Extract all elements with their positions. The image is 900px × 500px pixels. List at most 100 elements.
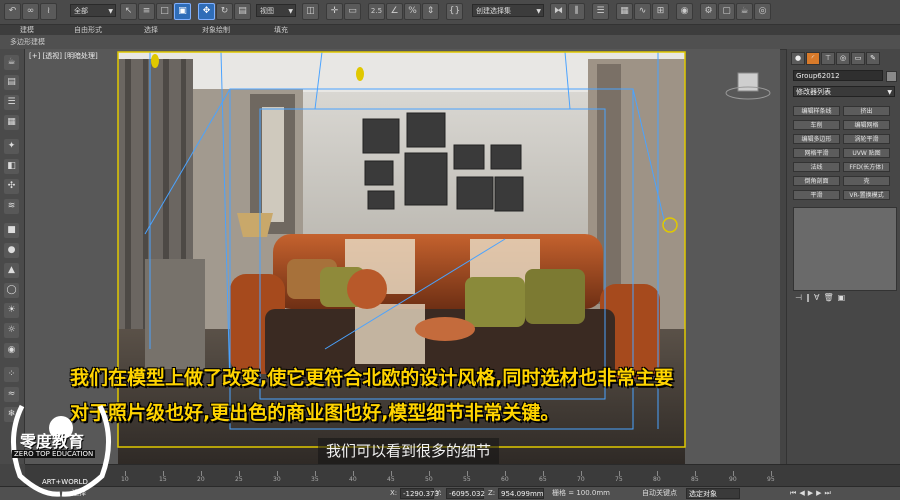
modifier-button[interactable]: 编辑多边形 xyxy=(793,134,840,144)
utilities-tab-icon[interactable]: ✎ xyxy=(866,52,880,65)
key-filter-dropdown[interactable]: 选定对象 xyxy=(686,488,740,499)
omni-light-icon[interactable]: ☼ xyxy=(4,323,19,338)
select-manipulate-icon[interactable]: ✛ xyxy=(326,3,343,20)
curve-editor-icon[interactable]: ∿ xyxy=(634,3,651,20)
mirror-icon[interactable]: ⧓ xyxy=(550,3,567,20)
modifier-button[interactable]: 涡轮平滑 xyxy=(843,134,890,144)
scene-explorer-icon[interactable]: ▦ xyxy=(4,115,19,130)
select-by-name-icon[interactable]: ≡ xyxy=(138,3,155,20)
z-coord-field[interactable]: 954.099mm xyxy=(498,488,544,499)
caption-line-1: 我们在模型上做了改变,使它更符合北欧的设计风格,同时选材也非常主要 xyxy=(70,367,674,389)
logo-brand: ART+WORLD xyxy=(42,478,88,486)
sphere-icon[interactable]: ● xyxy=(4,243,19,258)
edit-named-selection-icon[interactable]: {} xyxy=(446,3,463,20)
window-crossing-icon[interactable]: ▣ xyxy=(174,3,191,20)
torus-icon[interactable]: ◯ xyxy=(4,283,19,298)
object-color-swatch[interactable] xyxy=(886,71,897,82)
layer-manager-icon[interactable]: ☰ xyxy=(592,3,609,20)
reference-coord-dropdown[interactable]: 视图 ▼ xyxy=(256,4,296,17)
play-icon[interactable]: ▶ xyxy=(808,489,816,497)
motion-tab-icon[interactable]: ◎ xyxy=(836,52,850,65)
container-icon[interactable]: ▤ xyxy=(4,75,19,90)
modifier-button[interactable]: 编辑样条线 xyxy=(793,106,840,116)
undo-icon[interactable]: ↶ xyxy=(4,3,21,20)
modifier-stack-list[interactable] xyxy=(793,207,897,291)
prev-frame-icon[interactable]: ◀ xyxy=(799,489,807,497)
spinner-snap-icon[interactable]: ⇕ xyxy=(422,3,439,20)
timeline-tick-label: 40 xyxy=(349,476,357,483)
pin-stack-icon[interactable]: ⊣ xyxy=(795,293,806,302)
camera-icon[interactable]: ◧ xyxy=(4,159,19,174)
configure-sets-icon[interactable]: ▣ xyxy=(838,293,850,302)
command-panel: ● ◜ ⊤ ◎ ▭ ✎ Group62012 修改器列表 ▼ 编辑样条线 挤出 车… xyxy=(786,49,900,464)
percent-snap-icon[interactable]: % xyxy=(404,3,421,20)
layer-icon[interactable]: ☰ xyxy=(4,95,19,110)
helper-icon[interactable]: ✣ xyxy=(4,179,19,194)
show-end-result-icon[interactable]: ‖ xyxy=(806,293,814,302)
x-coord-field[interactable]: -1290.373 xyxy=(400,488,439,499)
snap-toggle-icon[interactable]: 2.5 xyxy=(368,3,385,20)
object-name-field[interactable]: Group62012 xyxy=(793,70,883,81)
poly-modeling-label[interactable]: 多边形建模 xyxy=(10,37,45,47)
modifier-button[interactable]: 倒角剖面 xyxy=(793,176,840,186)
viewport-label[interactable]: [+] [透视] [明暗处理] xyxy=(29,51,98,61)
pivot-center-icon[interactable]: ◫ xyxy=(302,3,319,20)
space-warp-icon[interactable]: ≋ xyxy=(4,199,19,214)
view-cube[interactable] xyxy=(737,72,759,92)
select-object-icon[interactable]: ↖ xyxy=(120,3,137,20)
display-tab-icon[interactable]: ▭ xyxy=(851,52,865,65)
y-coord-label: Y: xyxy=(436,489,442,497)
modifier-button[interactable]: 壳 xyxy=(843,176,890,186)
ribbon-tab-object-paint[interactable]: 对象绘制 xyxy=(202,25,230,35)
remove-modifier-icon[interactable]: 🗑 xyxy=(823,293,837,302)
ribbon-tab-populate[interactable]: 填充 xyxy=(274,25,288,35)
align-icon[interactable]: ⫼ xyxy=(568,3,585,20)
link-icon[interactable]: ∞ xyxy=(22,3,39,20)
auto-key-button[interactable]: 自动关键点 xyxy=(642,488,677,499)
hierarchy-tab-icon[interactable]: ⊤ xyxy=(821,52,835,65)
rect-selection-icon[interactable]: □ xyxy=(156,3,173,20)
ribbon-tab-modeling[interactable]: 建模 xyxy=(20,25,34,35)
go-to-start-icon[interactable]: ⏮ xyxy=(790,489,799,497)
go-to-end-icon[interactable]: ⏭ xyxy=(824,489,833,497)
ribbon-subbar: 多边形建模 xyxy=(0,35,900,50)
modifier-button[interactable]: 编辑网格 xyxy=(843,120,890,130)
modifier-button[interactable]: VR-置换模式 xyxy=(843,190,890,200)
modifier-button[interactable]: UVW 贴图 xyxy=(843,148,890,158)
rendered-frame-icon[interactable]: ▢ xyxy=(718,3,735,20)
modifier-button[interactable]: 平滑 xyxy=(793,190,840,200)
modifier-button[interactable]: FFD(长方体) xyxy=(843,162,890,172)
cone-icon[interactable]: ▲ xyxy=(4,263,19,278)
ribbon-tab-selection[interactable]: 选择 xyxy=(144,25,158,35)
select-scale-icon[interactable]: ▤ xyxy=(234,3,251,20)
ribbon-tab-freeform[interactable]: 自由形式 xyxy=(74,25,102,35)
select-rotate-icon[interactable]: ↻ xyxy=(216,3,233,20)
y-coord-field[interactable]: -6095.032 xyxy=(446,488,485,499)
sun-icon[interactable]: ☀ xyxy=(4,303,19,318)
material-editor-icon[interactable]: ◉ xyxy=(676,3,693,20)
modifier-button[interactable]: 法线 xyxy=(793,162,840,172)
render-production-icon[interactable]: ☕ xyxy=(736,3,753,20)
modifier-button[interactable]: 网格平滑 xyxy=(793,148,840,158)
render-iterative-icon[interactable]: ◎ xyxy=(754,3,771,20)
particles-icon[interactable]: ⁘ xyxy=(4,367,19,382)
render-setup-icon[interactable]: ⚙ xyxy=(700,3,717,20)
box-icon[interactable]: ■ xyxy=(4,223,19,238)
light-icon[interactable]: ✦ xyxy=(4,139,19,154)
selection-filter-dropdown[interactable]: 全部 ▼ xyxy=(70,4,116,17)
target-icon[interactable]: ◉ xyxy=(4,343,19,358)
teapot-icon[interactable]: ☕ xyxy=(4,55,19,70)
modifier-list-dropdown[interactable]: 修改器列表 ▼ xyxy=(793,86,895,97)
angle-snap-icon[interactable]: ∠ xyxy=(386,3,403,20)
unlink-icon[interactable]: ≀ xyxy=(40,3,57,20)
create-tab-icon[interactable]: ● xyxy=(791,52,805,65)
select-move-icon[interactable]: ✥ xyxy=(198,3,215,20)
keyboard-shortcut-icon[interactable]: ▭ xyxy=(344,3,361,20)
modify-tab-icon[interactable]: ◜ xyxy=(806,52,820,65)
modifier-button[interactable]: 挤出 xyxy=(843,106,890,116)
graphite-ribbon-icon[interactable]: ▦ xyxy=(616,3,633,20)
time-slider[interactable]: 10 15 20 25 30 35 40 45 50 55 60 65 70 75 80 85 90 95 xyxy=(25,464,900,487)
modifier-button[interactable]: 车削 xyxy=(793,120,840,130)
named-selection-dropdown[interactable]: 创建选择集 ▼ xyxy=(472,4,544,17)
schematic-view-icon[interactable]: ⊞ xyxy=(652,3,669,20)
